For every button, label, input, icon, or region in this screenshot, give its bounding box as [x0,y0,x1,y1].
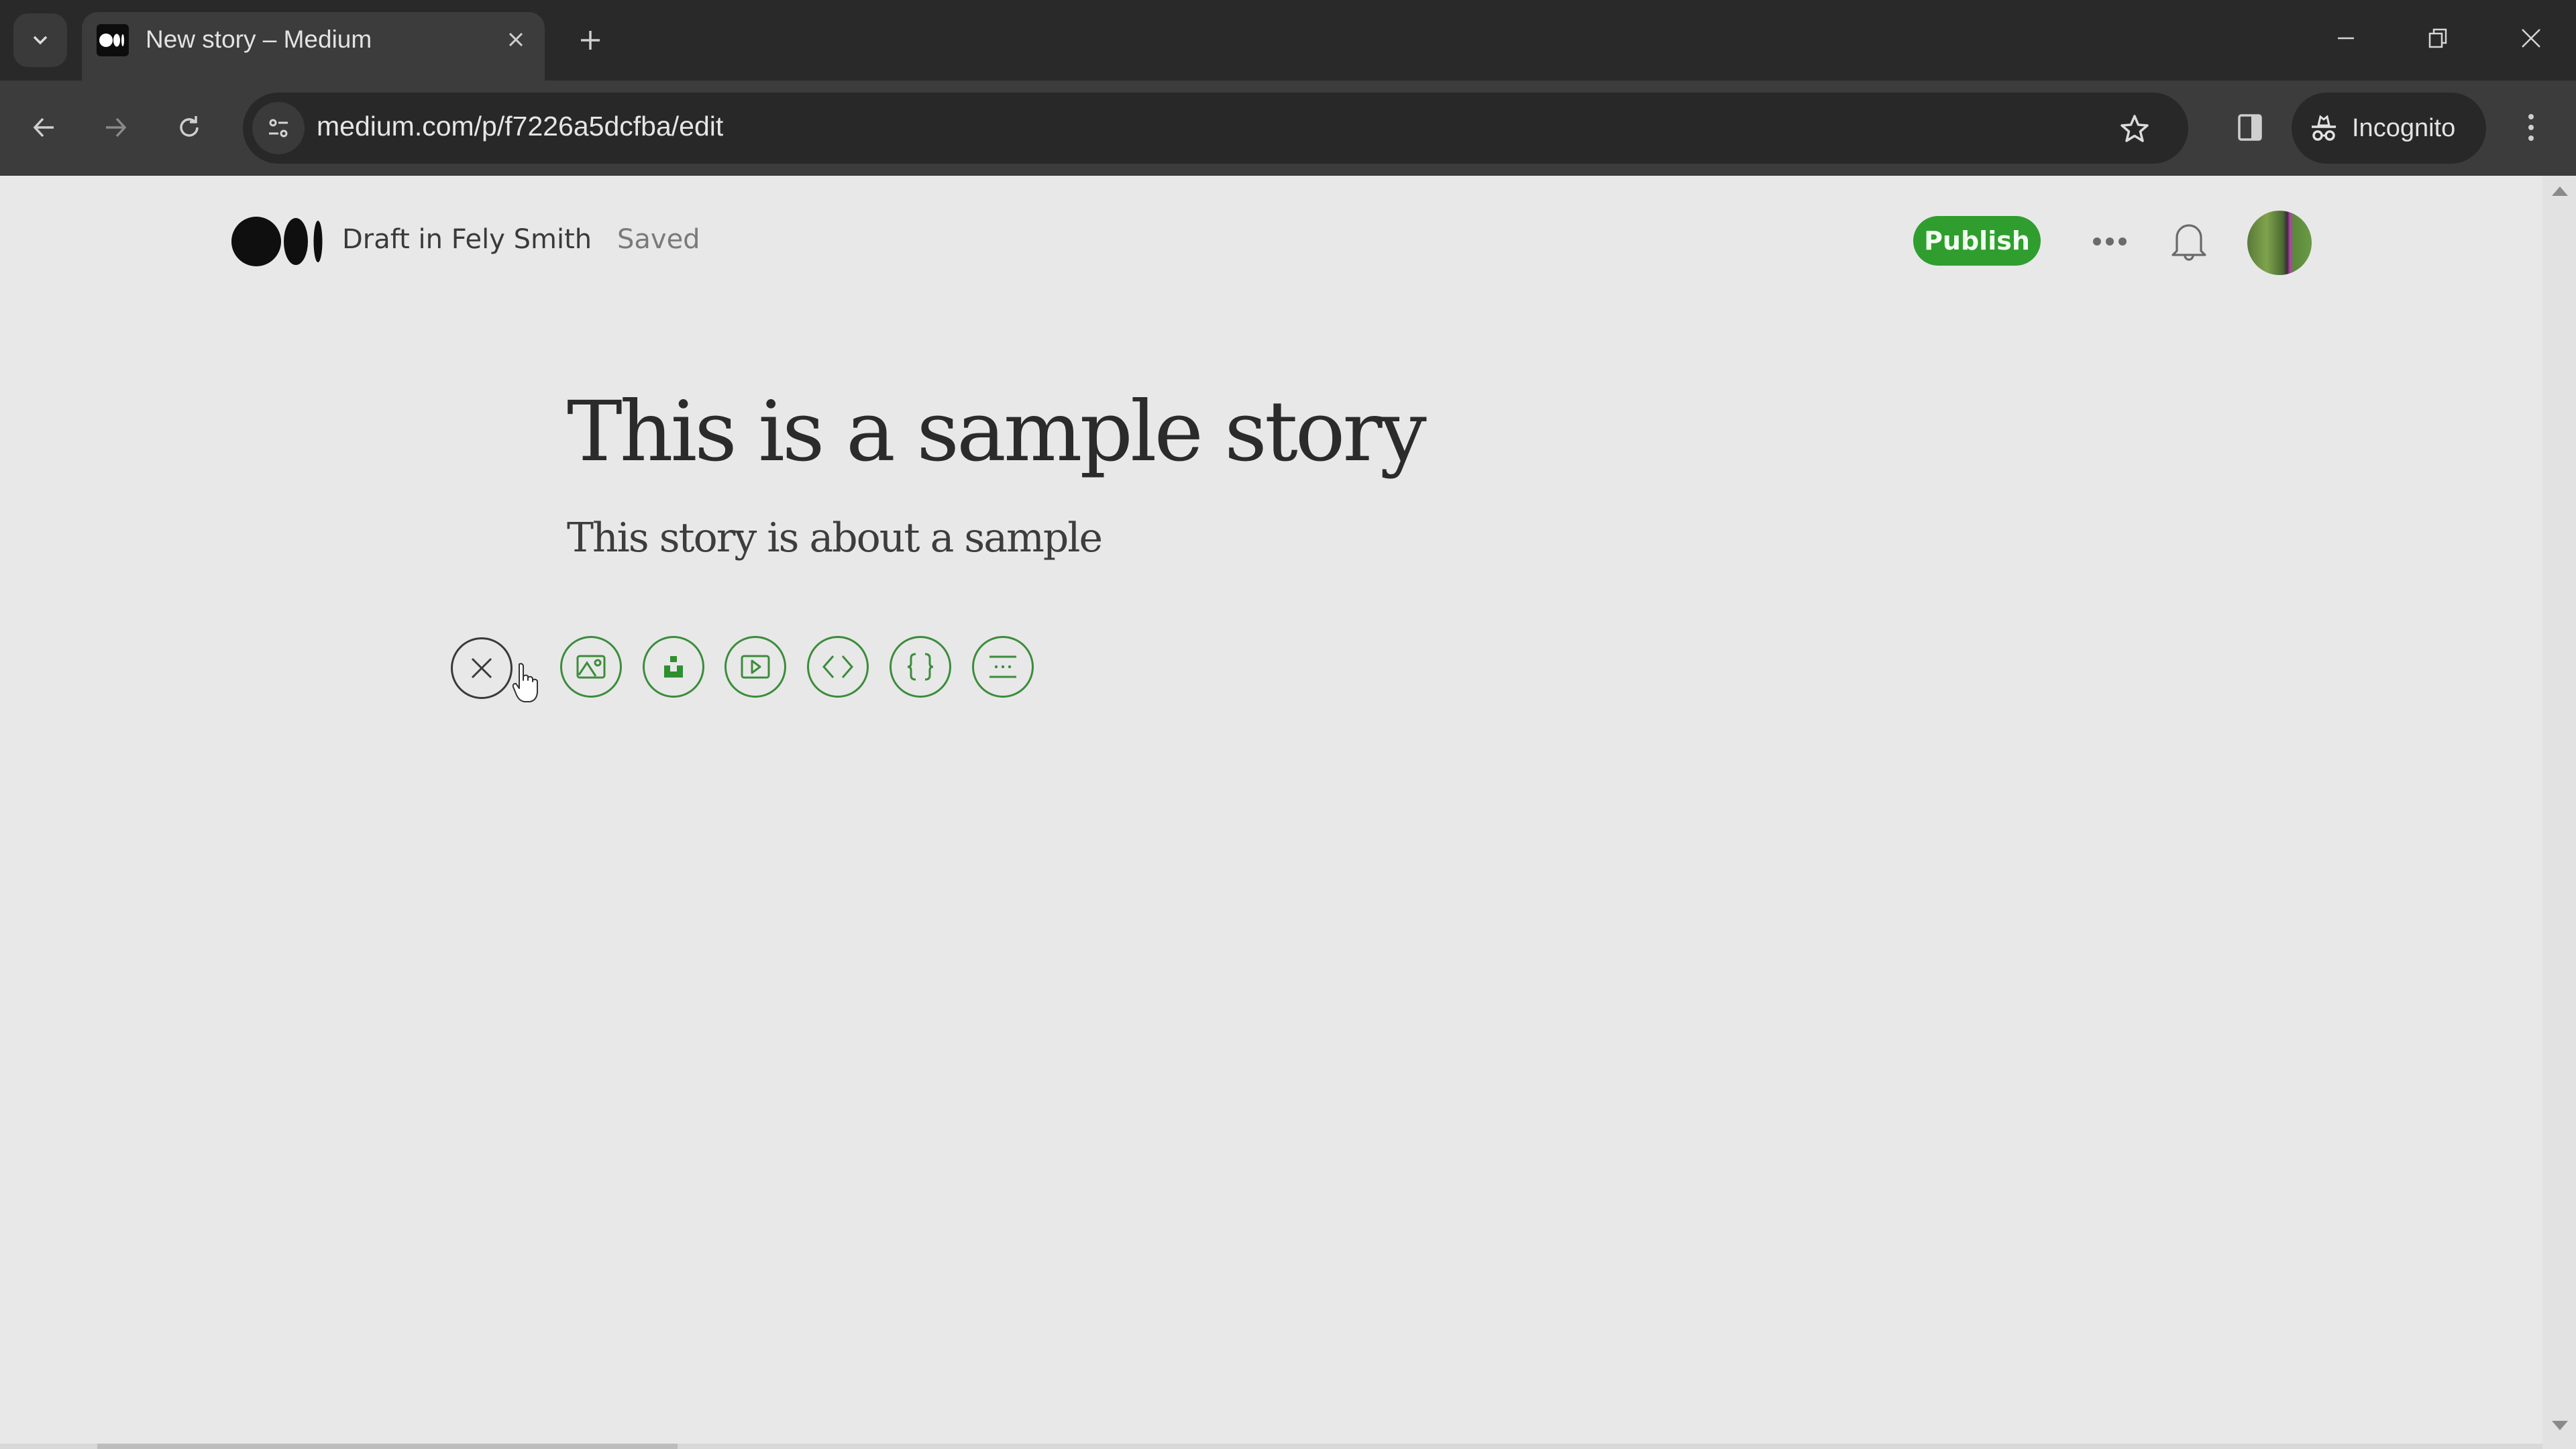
close-tab-button[interactable] [498,21,534,58]
add-embed-button[interactable] [807,636,869,698]
tune-icon [269,119,288,138]
add-separator-button[interactable] [972,636,1034,698]
back-button[interactable] [19,102,70,153]
incognito-label: Incognito [2352,113,2456,142]
medium-logo-icon [97,24,129,56]
browser-tab[interactable]: New story – Medium [82,12,545,80]
draft-location-label: Draft in Fely Smith [342,224,592,255]
tab-search-button[interactable] [13,13,67,67]
close-icon [508,32,523,47]
url-text[interactable]: medium.com/p/f7226a5dcfba/edit [317,111,723,142]
editor-page: Draft in Fely Smith Saved Publish This i… [0,176,2542,1449]
chevron-down-icon [33,36,48,45]
reload-button[interactable] [164,102,215,153]
save-status: Saved [617,224,700,255]
more-dot [2106,237,2114,246]
forward-button[interactable] [90,102,141,153]
publish-button[interactable]: Publish [1913,216,2041,266]
restore-button[interactable] [2408,15,2469,62]
side-panel-icon [2238,114,2262,141]
new-tab-button[interactable] [570,20,610,60]
close-icon [471,657,492,679]
browser-menu-button[interactable] [2506,102,2557,153]
restore-icon [2428,28,2447,48]
close-icon [2522,29,2540,48]
more-dot [2118,237,2127,246]
close-window-button[interactable] [2501,15,2561,62]
add-video-button[interactable] [724,636,786,698]
unsplash-button[interactable] [643,636,704,698]
incognito-icon [2309,113,2339,143]
scroll-down-arrow-icon[interactable] [2552,1421,2568,1430]
minimize-icon [2338,37,2354,40]
vertical-scrollbar[interactable] [2542,176,2576,1449]
arrow-right-icon [106,117,127,138]
minimize-button[interactable] [2316,15,2376,62]
scroll-up-arrow-icon[interactable] [2552,186,2568,196]
tab-title: New story – Medium [146,25,372,53]
kebab-menu-icon [2528,114,2534,141]
address-bar[interactable]: medium.com/p/f7226a5dcfba/edit [243,93,2188,164]
reload-icon [180,116,199,137]
browser-toolbar: medium.com/p/f7226a5dcfba/edit Incognito [0,80,2576,177]
site-info-button[interactable] [252,102,305,154]
braces-icon [907,653,934,681]
code-icon [822,655,853,678]
unsplash-icon [664,656,683,678]
more-options-button[interactable] [2086,223,2133,260]
story-subtitle[interactable]: This story is about a sample [567,515,1103,561]
browser-tab-strip: New story – Medium [0,0,2576,80]
bookmark-button[interactable] [2114,109,2155,149]
separator-icon [989,655,1016,678]
arrow-left-icon [33,117,54,138]
medium-logo[interactable] [231,216,324,267]
side-panel-button[interactable] [2224,102,2275,153]
more-dot [2093,237,2101,246]
add-image-button[interactable] [560,636,622,698]
hand-cursor-icon [511,661,541,707]
star-icon [2121,115,2149,142]
bell-icon [2171,224,2206,261]
incognito-profile-button[interactable]: Incognito [2292,93,2486,164]
user-avatar[interactable] [2247,211,2312,275]
horizontal-scrollbar[interactable] [0,1444,2542,1449]
image-icon [576,655,606,679]
add-code-block-button[interactable] [890,636,951,698]
video-icon [741,655,770,679]
close-insert-button[interactable] [451,637,513,699]
notifications-button[interactable] [2167,217,2211,264]
scrollbar-thumb[interactable] [97,1444,678,1449]
story-title[interactable]: This is a sample story [567,384,1427,480]
plus-icon [581,31,600,50]
